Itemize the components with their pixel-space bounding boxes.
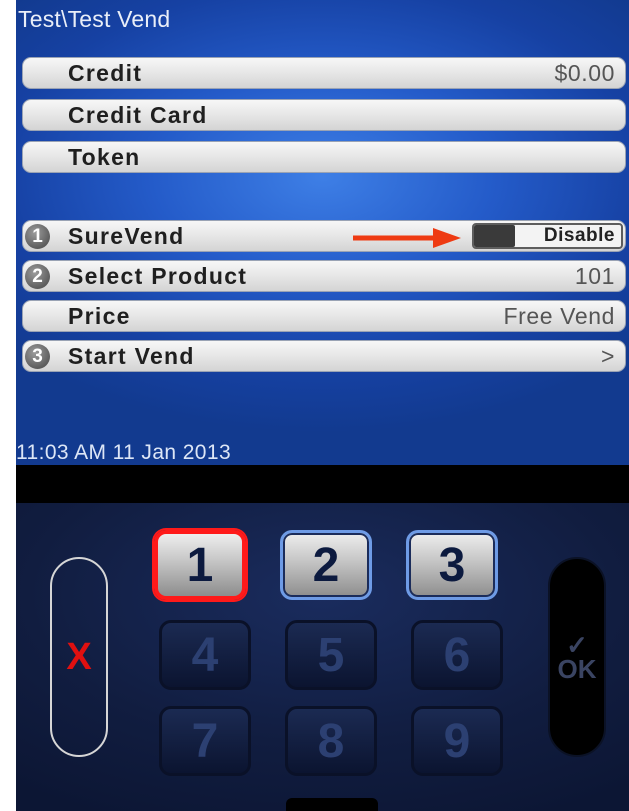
credit-row[interactable]: Credit $0.00 bbox=[22, 57, 626, 89]
step-2-badge: 2 bbox=[25, 264, 50, 289]
key-6[interactable]: 6 bbox=[411, 620, 503, 690]
key-5[interactable]: 5 bbox=[285, 620, 377, 690]
vend-screen: Test\Test Vend Credit $0.00 Credit Card … bbox=[16, 0, 629, 465]
screen-bezel bbox=[16, 465, 629, 503]
screen-title: Test\Test Vend bbox=[18, 6, 171, 32]
step-3-badge: 3 bbox=[25, 344, 50, 369]
surevend-toggle[interactable]: Disable bbox=[472, 223, 623, 249]
key-2[interactable]: 2 bbox=[280, 530, 372, 600]
ok-button[interactable]: ✓ OK bbox=[548, 557, 606, 757]
key-4[interactable]: 4 bbox=[159, 620, 251, 690]
key-3[interactable]: 3 bbox=[406, 530, 498, 600]
start-vend-chevron: > bbox=[600, 342, 615, 369]
credit-value: $0.00 bbox=[554, 59, 615, 86]
select-product-label: Select Product bbox=[68, 262, 248, 289]
price-row: Price Free Vend bbox=[22, 300, 626, 332]
cancel-button[interactable]: X bbox=[50, 557, 108, 757]
cancel-x-icon: X bbox=[66, 635, 92, 678]
select-product-row[interactable]: 2 Select Product 101 bbox=[22, 260, 626, 292]
start-vend-row[interactable]: 3 Start Vend > bbox=[22, 340, 626, 372]
select-product-value: 101 bbox=[574, 262, 615, 289]
key-1[interactable]: 1 bbox=[154, 530, 246, 600]
surevend-row[interactable]: 1 SureVend Disable bbox=[22, 220, 626, 252]
toggle-knob bbox=[474, 225, 515, 247]
ok-check-icon: ✓ OK bbox=[557, 632, 597, 684]
token-label: Token bbox=[68, 143, 141, 170]
key-7[interactable]: 7 bbox=[159, 706, 251, 776]
credit-card-row[interactable]: Credit Card bbox=[22, 99, 626, 131]
key-8[interactable]: 8 bbox=[285, 706, 377, 776]
datetime: 11:03 AM 11 Jan 2013 bbox=[16, 441, 232, 464]
step-1-badge: 1 bbox=[25, 224, 50, 249]
toggle-label: Disable bbox=[543, 225, 615, 246]
vending-device: Test\Test Vend Credit $0.00 Credit Card … bbox=[16, 0, 629, 811]
annotation-arrow-icon bbox=[353, 228, 461, 248]
credit-label: Credit bbox=[68, 59, 143, 86]
token-row[interactable]: Token bbox=[22, 141, 626, 173]
keypad-bottom-tab bbox=[286, 798, 378, 811]
keypad: X 1 2 3 4 5 6 7 8 9 ✓ OK bbox=[16, 503, 629, 811]
price-value: Free Vend bbox=[503, 302, 615, 329]
key-9[interactable]: 9 bbox=[411, 706, 503, 776]
ok-label: OK bbox=[557, 654, 597, 684]
credit-card-label: Credit Card bbox=[68, 101, 208, 128]
price-label: Price bbox=[68, 302, 131, 329]
